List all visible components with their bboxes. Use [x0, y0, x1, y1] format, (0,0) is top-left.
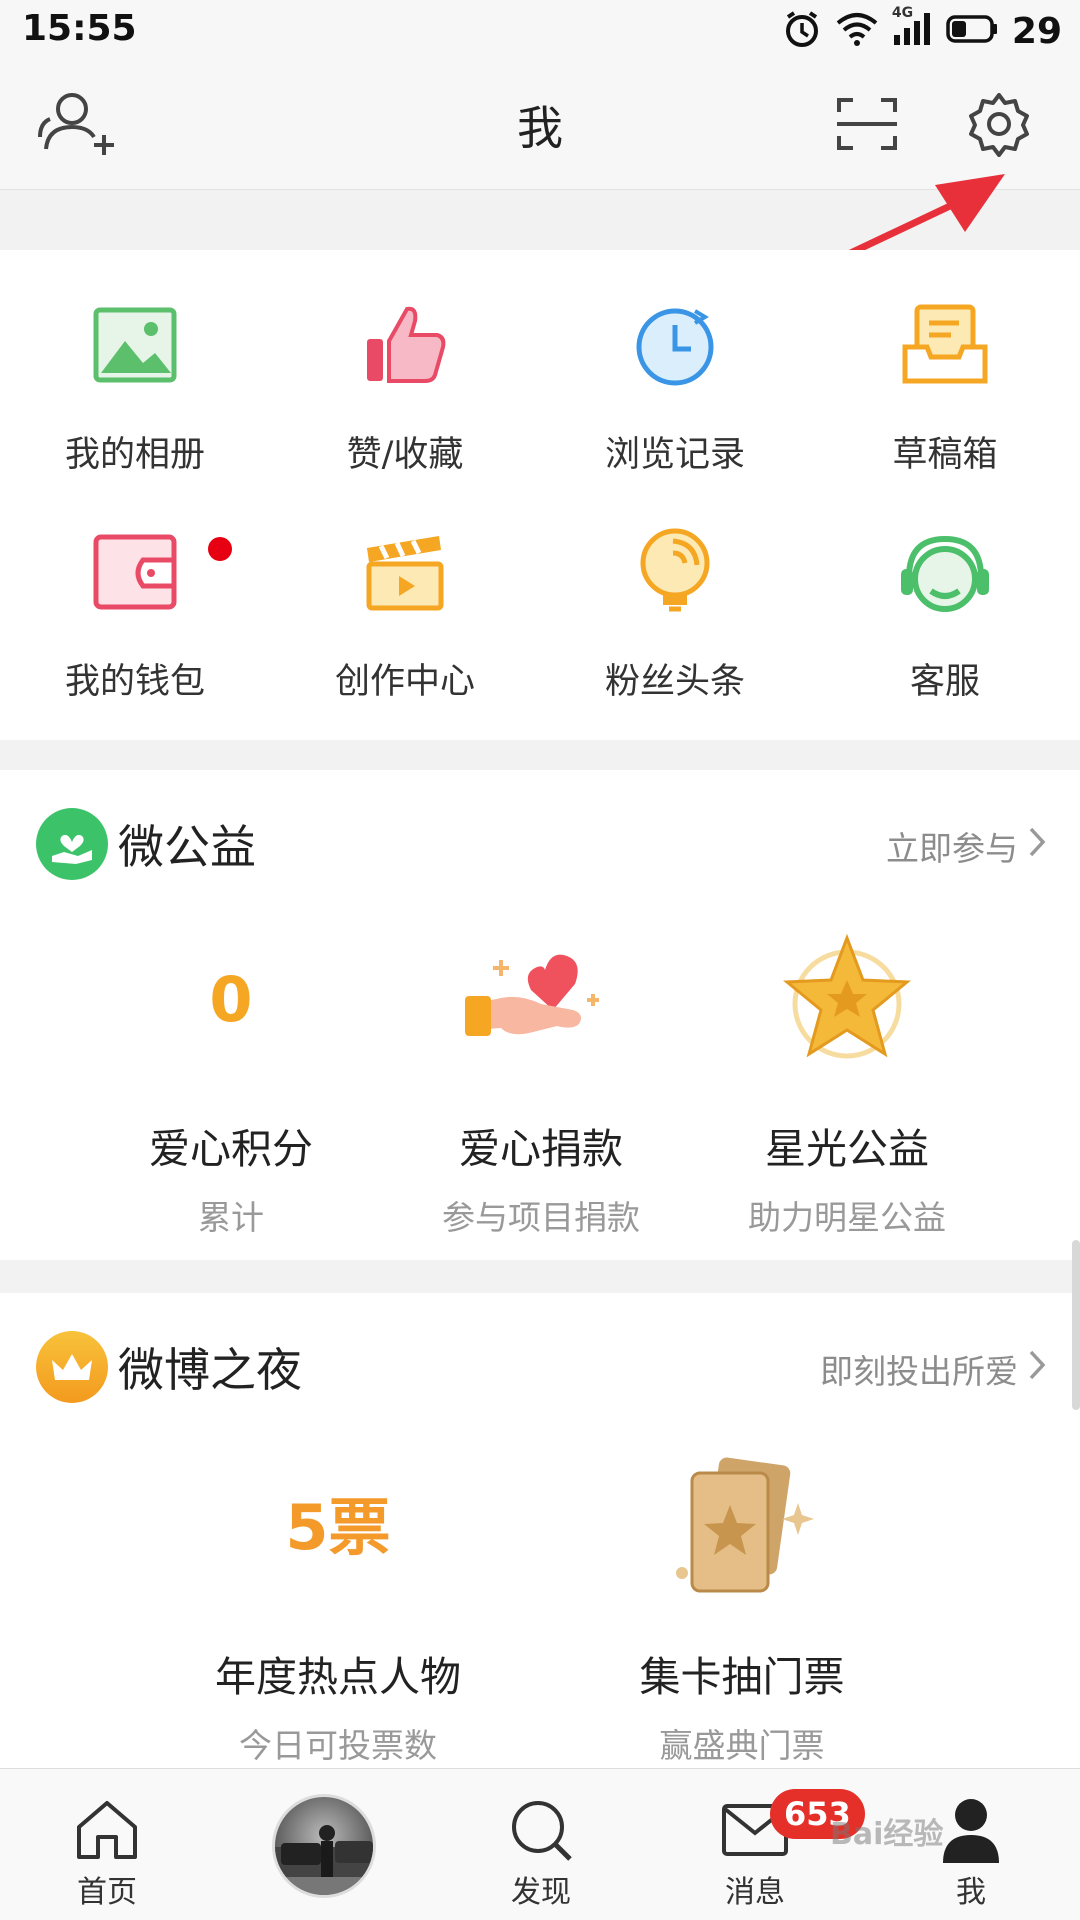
grid-label: 客服: [909, 662, 980, 702]
chevron-right-icon: [1028, 826, 1046, 866]
network-type: 4G: [891, 5, 914, 21]
scan-icon: [835, 96, 899, 156]
watermark: Bai经验: [830, 1817, 944, 1852]
tab-discover[interactable]: 发现: [466, 1769, 616, 1920]
avatar[interactable]: [272, 1794, 376, 1898]
grid-label: 我的相册: [64, 435, 205, 475]
status-icons: 4G 29: [782, 5, 1062, 56]
grid-label: 草稿箱: [892, 435, 998, 475]
gear-icon: [966, 91, 1032, 161]
donation-item[interactable]: 爱心捐款 参与项目捐款: [386, 925, 696, 1239]
donation-sub: 参与项目捐款: [442, 1198, 640, 1237]
grid-label: 我的钱包: [64, 662, 205, 702]
clapperboard-icon: [350, 517, 460, 627]
thumbs-up-icon: [350, 290, 460, 400]
home-icon: [74, 1797, 140, 1863]
grid-label: 粉丝头条: [604, 662, 745, 702]
alarm-icon: [782, 9, 822, 53]
battery-level: 29: [1011, 10, 1062, 52]
notification-dot: [208, 537, 232, 561]
grid-item-wallet[interactable]: 我的钱包: [0, 517, 270, 744]
profile-icon: [941, 1797, 1001, 1863]
photo-album-icon: [80, 290, 190, 400]
charity-card: 微公益 立即参与 0 爱心积分 累计 爱心捐款 参与项目捐款 星光公益 助力明星…: [0, 770, 1080, 1260]
grid-item-drafts[interactable]: 草稿箱: [810, 290, 1080, 517]
star-icon: [777, 925, 917, 1075]
tab-label: 发现: [511, 1875, 571, 1910]
status-bar: 15:55 4G 29: [0, 0, 1080, 62]
hot-person-sub: 今日可投票数: [239, 1726, 437, 1765]
donation-title: 爱心捐款: [459, 1125, 623, 1173]
settings-button[interactable]: [954, 86, 1044, 166]
love-points-item[interactable]: 0 爱心积分 累计: [76, 925, 386, 1239]
grid-item-fans-headline[interactable]: 粉丝头条: [540, 517, 810, 744]
grid-item-history[interactable]: 浏览记录: [540, 290, 810, 517]
weibo-night-card: 微博之夜 即刻投出所爱 5票 年度热点人物 今日可投票数 集卡抽门票 赢盛典门票: [0, 1293, 1080, 1768]
love-points-sub: 累计: [198, 1198, 264, 1237]
star-charity-sub: 助力明星公益: [748, 1198, 946, 1237]
crown-icon: [36, 1331, 108, 1403]
tab-label: 我: [956, 1875, 986, 1910]
grid-item-album[interactable]: 我的相册: [0, 290, 270, 517]
page-title: 我: [517, 101, 563, 155]
hot-person-title: 年度热点人物: [215, 1653, 461, 1701]
scan-button[interactable]: [822, 86, 912, 166]
shortcuts-card: 我的相册 赞/收藏 浏览记录 草稿箱 我的钱包 创作中心 粉丝头条 客服: [0, 250, 1080, 740]
vote-link[interactable]: 即刻投出所爱: [820, 1345, 1046, 1393]
heart-hand-icon: [461, 925, 621, 1075]
scrollbar[interactable]: [1072, 1240, 1080, 1410]
charity-join-label: 立即参与: [886, 829, 1018, 868]
grid-label: 浏览记录: [604, 435, 745, 475]
status-time: 15:55: [22, 8, 137, 49]
charity-title: 微公益: [118, 820, 256, 874]
history-clock-icon: [620, 290, 730, 400]
bottom-tab-bar: 首页 发现 消息 653 我 Bai经验: [0, 1768, 1080, 1920]
weibo-night-header: 微博之夜: [36, 1331, 302, 1403]
star-charity-title: 星光公益: [765, 1125, 929, 1173]
ticket-cards-icon: [662, 1443, 822, 1613]
search-icon: [508, 1797, 574, 1863]
grid-item-customer-service[interactable]: 客服: [810, 517, 1080, 744]
charity-join-link[interactable]: 立即参与: [886, 822, 1046, 870]
grid-label: 创作中心: [334, 662, 475, 702]
wallet-icon: [80, 517, 190, 627]
grid-label: 赞/收藏: [346, 435, 464, 475]
cell-signal-icon: 4G: [892, 5, 932, 51]
tab-label: 首页: [77, 1875, 137, 1910]
tab-label: 消息: [725, 1875, 785, 1910]
drafts-tray-icon: [890, 290, 1000, 400]
love-points-value: 0: [209, 963, 253, 1036]
charity-header: 微公益: [36, 808, 256, 880]
card-draw-title: 集卡抽门票: [639, 1653, 845, 1701]
weibo-night-title: 微博之夜: [118, 1343, 302, 1397]
charity-logo-icon: [36, 808, 108, 880]
grid-item-creator[interactable]: 创作中心: [270, 517, 540, 744]
battery-icon: [946, 14, 998, 48]
hot-person-item[interactable]: 5票 年度热点人物 今日可投票数: [178, 1443, 498, 1767]
vote-link-label: 即刻投出所爱: [820, 1352, 1018, 1391]
votes-count: 5票: [285, 1491, 391, 1564]
headset-icon: [890, 517, 1000, 627]
wifi-icon: [836, 11, 878, 51]
love-points-title: 爱心积分: [149, 1125, 313, 1173]
tab-home[interactable]: 首页: [32, 1769, 182, 1920]
card-draw-item[interactable]: 集卡抽门票 赢盛典门票: [582, 1443, 902, 1767]
chevron-right-icon: [1028, 1349, 1046, 1389]
card-draw-sub: 赢盛典门票: [659, 1726, 825, 1765]
star-charity-item[interactable]: 星光公益 助力明星公益: [692, 925, 1002, 1239]
lightbulb-icon: [620, 517, 730, 627]
grid-item-likes[interactable]: 赞/收藏: [270, 290, 540, 517]
shortcuts-grid: 我的相册 赞/收藏 浏览记录 草稿箱 我的钱包 创作中心 粉丝头条 客服: [0, 250, 1080, 744]
